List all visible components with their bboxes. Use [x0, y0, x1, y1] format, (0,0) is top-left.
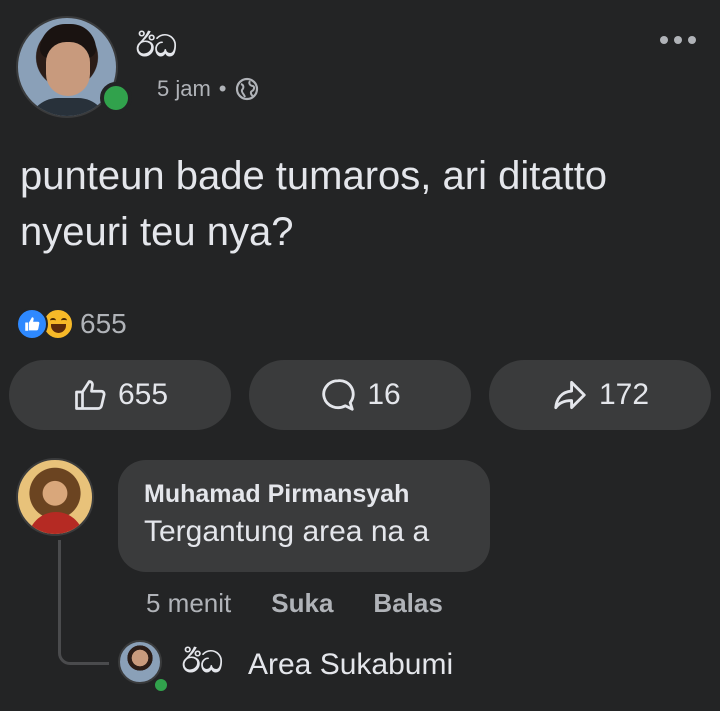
haha-mouth [51, 324, 66, 333]
reaction-count: 655 [80, 308, 127, 339]
avatar-shirt [28, 98, 108, 116]
comment-like-button[interactable]: Suka [271, 588, 333, 619]
post-meta: 5 jam • [157, 76, 259, 102]
reactions-summary[interactable]: 655 [16, 308, 127, 340]
more-options-icon[interactable] [660, 36, 696, 44]
reply-online-dot [152, 676, 170, 694]
more-dot [674, 36, 682, 44]
reply-author[interactable]: ඊධ [182, 646, 223, 680]
share-icon [551, 376, 589, 414]
share-button[interactable]: 172 [489, 360, 711, 430]
comment-actions: 5 menit Suka Balas [146, 588, 443, 619]
haha-eye [50, 318, 56, 323]
comment-bubble[interactable]: Muhamad Pirmansyah Tergantung area na a [118, 460, 490, 572]
globe-icon[interactable] [235, 77, 259, 101]
like-reaction-icon [16, 308, 48, 340]
post-text: punteun bade tumaros, ari ditatto nyeuri… [20, 154, 608, 254]
avatar-robe [28, 512, 84, 534]
thumbs-up-icon [72, 377, 108, 413]
post-time[interactable]: 5 jam [157, 76, 211, 102]
comment-icon [319, 376, 357, 414]
more-dot [660, 36, 668, 44]
avatar-face [46, 42, 90, 96]
more-dot [688, 36, 696, 44]
haha-eye [61, 318, 67, 323]
reply-text[interactable]: Area Sukabumi [248, 648, 453, 682]
comment-text: Tergantung area na a [144, 515, 430, 548]
post-author-name[interactable]: ඊධ [136, 30, 177, 64]
commenter-avatar[interactable] [16, 458, 94, 536]
facebook-post: ඊධ 5 jam • punteun bade tumaros, ari dit… [0, 0, 720, 711]
comment-reply-button[interactable]: Balas [373, 588, 442, 619]
reply-thread-line [58, 540, 109, 665]
like-count: 655 [117, 378, 169, 411]
meta-separator: • [218, 76, 227, 101]
comment-count: 16 [367, 378, 401, 411]
share-count: 172 [598, 378, 650, 411]
comment-author[interactable]: Muhamad Pirmansyah [144, 478, 464, 510]
comment-button[interactable]: 16 [249, 360, 471, 430]
comment-time[interactable]: 5 menit [146, 588, 231, 619]
online-status-dot [100, 82, 132, 114]
like-button[interactable]: 655 [9, 360, 231, 430]
